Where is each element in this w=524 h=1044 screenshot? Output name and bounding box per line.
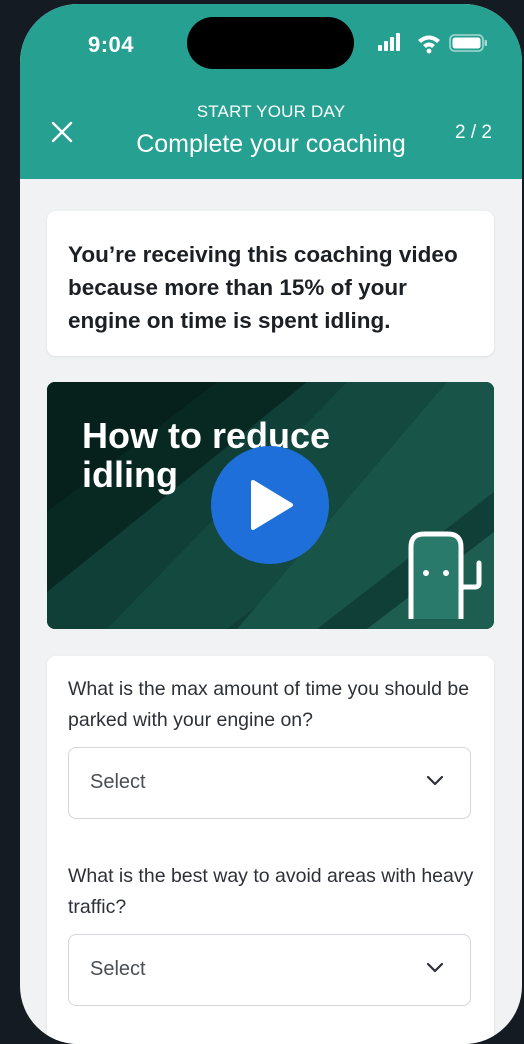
quiz-card: What is the max amount of time you shoul… [47,656,494,1044]
battery-icon [449,34,487,52]
signal-icon [378,33,400,51]
status-time: 9:04 [88,32,135,57]
step-counter: 2 / 2 [455,122,492,143]
header: 9:04 START YOUR DAY Complete your coachi… [20,4,522,179]
select-value: Select [90,958,146,980]
question-1-select[interactable]: Select [68,747,471,819]
question-2-select[interactable]: Select [68,934,471,1006]
phone-screen: 9:04 START YOUR DAY Complete your coachi… [20,4,522,1044]
play-button[interactable] [211,446,329,564]
info-card: You’re receiving this coaching video bec… [47,211,494,356]
question-1-text: What is the max amount of time you shoul… [68,678,470,731]
play-icon [251,480,293,530]
chevron-down-icon [426,962,444,973]
fuel-pump-icon [408,531,482,619]
chevron-down-icon [426,775,444,786]
status-icons [378,33,487,54]
page-title: Complete your coaching [136,130,406,158]
select-value: Select [90,771,146,793]
video-player[interactable]: How to reduce idling [47,382,494,629]
wifi-icon [418,35,440,54]
header-kicker: START YOUR DAY [196,102,346,121]
info-text: You’re receiving this coaching video bec… [68,242,458,333]
question-2-text: What is the best way to avoid areas with… [68,865,474,918]
dynamic-island [187,17,354,69]
